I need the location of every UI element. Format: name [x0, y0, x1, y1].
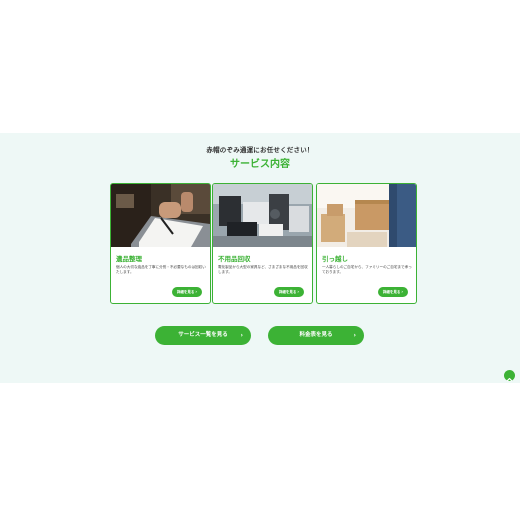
chevron-right-icon: › [401, 289, 404, 294]
card-title: 遺品整理 [116, 255, 142, 263]
chevron-right-icon: › [353, 332, 356, 339]
services-tagline: 赤帽のぞみ通運にお任せください！ [206, 146, 314, 154]
chevron-right-icon: › [297, 289, 300, 294]
card-description: 一人暮らしのご自宅から、ファミリーのご自宅まで承っております。 [322, 265, 412, 275]
price-list-button[interactable]: 料金表を見る › [268, 326, 364, 345]
services-title: サービス内容 [230, 159, 290, 170]
chevron-right-icon: › [240, 332, 243, 339]
card-description: 個人の大切な遺品を丁寧に分別・不必要なものは回収いたします。 [116, 265, 206, 275]
details-button[interactable]: 詳細を見る› [172, 287, 202, 297]
card-title: 引っ越し [322, 255, 348, 263]
card-title: 不用品回収 [218, 255, 251, 263]
price-list-label: 料金表を見る [299, 332, 333, 338]
desk-paperwork-photo [111, 184, 210, 247]
details-button[interactable]: 詳細を見る› [378, 287, 408, 297]
junk-pile-photo [213, 184, 312, 247]
moving-boxes-photo [317, 184, 416, 247]
service-card-junk-removal[interactable]: 不用品回収 電化製品から大型の家具など、さまざまな不用品を回収します。 詳細を見… [212, 183, 313, 304]
details-button[interactable]: 詳細を見る› [274, 287, 304, 297]
service-list-button[interactable]: サービス一覧を見る › [155, 326, 251, 345]
back-to-top-button[interactable] [504, 370, 515, 382]
chevron-right-icon: › [195, 289, 198, 294]
service-card-moving[interactable]: 引っ越し 一人暮らしのご自宅から、ファミリーのご自宅まで承っております。 詳細を… [316, 183, 417, 304]
service-card-estate-cleanup[interactable]: 遺品整理 個人の大切な遺品を丁寧に分別・不必要なものは回収いたします。 詳細を見… [110, 183, 211, 304]
card-description: 電化製品から大型の家具など、さまざまな不用品を回収します。 [218, 265, 308, 275]
chevron-up-icon [506, 377, 513, 382]
service-list-label: サービス一覧を見る [178, 332, 228, 338]
